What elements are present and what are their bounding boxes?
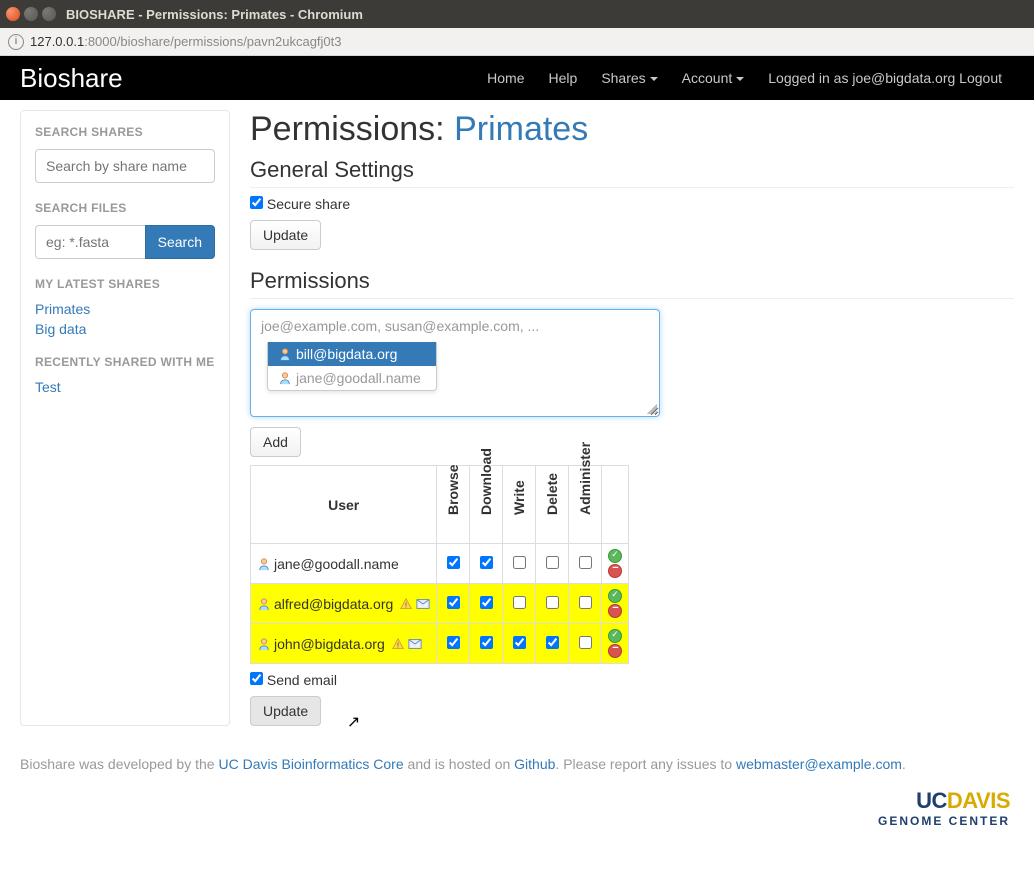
perm-browse-checkbox[interactable] [447,556,460,569]
main-content: Permissions: Primates General Settings S… [250,110,1014,726]
nav-help[interactable]: Help [537,70,590,86]
send-email-label[interactable]: Send email [250,672,337,688]
recent-shared-heading: RECENTLY SHARED WITH ME [35,355,215,369]
col-write: Write [503,466,536,544]
perm-download-checkbox[interactable] [480,556,493,569]
add-users-textarea[interactable]: joe@example.com, susan@example.com, ... … [250,309,660,417]
permissions-heading: Permissions [250,268,1014,299]
warning-icon: ! [399,597,413,611]
user-cell: alfred@bigdata.org! [257,596,430,612]
user-cell: john@bigdata.org! [257,636,430,652]
window-titlebar: BIOSHARE - Permissions: Primates - Chrom… [0,0,1034,28]
confirm-icon[interactable] [608,629,622,643]
window-close-icon[interactable] [6,7,20,21]
perm-write-checkbox[interactable] [513,636,526,649]
user-icon [278,371,292,385]
perm-administer-checkbox[interactable] [579,596,592,609]
search-files-input[interactable] [35,225,145,259]
confirm-icon[interactable] [608,549,622,563]
search-button[interactable]: Search [145,225,215,259]
window-minimize-icon[interactable] [24,7,38,21]
window-maximize-icon[interactable] [42,7,56,21]
nav-shares[interactable]: Shares [589,70,669,86]
perm-download-checkbox[interactable] [480,636,493,649]
perm-delete-checkbox[interactable] [546,636,559,649]
resize-handle[interactable] [647,404,657,414]
send-email-checkbox[interactable] [250,672,263,685]
user-suggestion-dropdown: bill@bigdata.org jane@goodall.name [267,342,437,391]
window-title: BIOSHARE - Permissions: Primates - Chrom… [66,7,363,22]
search-shares-input[interactable] [35,149,215,183]
nav-account[interactable]: Account [670,70,757,86]
user-icon [257,597,271,611]
brand-logo[interactable]: Bioshare [20,63,123,94]
suggestion-item[interactable]: bill@bigdata.org [268,342,436,366]
footer-link-github[interactable]: Github [514,756,555,772]
page-title: Permissions: Primates [250,110,1014,149]
browser-url-bar[interactable]: i 127.0.0.1 :8000/bioshare/permissions/p… [0,28,1034,56]
table-row: alfred@bigdata.org! [251,584,629,624]
secure-share-label[interactable]: Secure share [250,196,350,212]
perm-write-checkbox[interactable] [513,556,526,569]
table-row: jane@goodall.name [251,544,629,584]
perm-delete-checkbox[interactable] [546,596,559,609]
search-shares-heading: SEARCH SHARES [35,125,215,139]
suggestion-item[interactable]: jane@goodall.name [268,366,436,390]
sidebar: SEARCH SHARES SEARCH FILES Search MY LAT… [20,110,230,726]
update-permissions-button[interactable]: Update [250,696,321,726]
chevron-down-icon [736,77,744,81]
col-actions [602,466,629,544]
chevron-down-icon [650,77,658,81]
warning-icon: ! [391,637,405,651]
nav-home[interactable]: Home [475,70,536,86]
site-info-icon[interactable]: i [8,34,24,50]
add-users-button[interactable]: Add [250,427,301,457]
search-files-heading: SEARCH FILES [35,201,215,215]
perm-browse-checkbox[interactable] [447,596,460,609]
user-icon [278,347,292,361]
footer-link-webmaster[interactable]: webmaster@example.com [736,756,902,772]
perm-delete-checkbox[interactable] [546,556,559,569]
col-delete: Delete [536,466,569,544]
mail-icon[interactable] [408,637,422,651]
footer: Bioshare was developed by the UC Davis B… [0,746,1034,782]
table-row: john@bigdata.org! [251,624,629,664]
perm-administer-checkbox[interactable] [579,636,592,649]
footer-link-core[interactable]: UC Davis Bioinformatics Core [218,756,403,772]
svg-text:!: ! [405,602,407,609]
col-browse: Browse [437,466,470,544]
remove-icon[interactable] [608,564,622,578]
share-name-link[interactable]: Primates [454,110,588,148]
confirm-icon[interactable] [608,589,622,603]
remove-icon[interactable] [608,644,622,658]
user-icon [257,637,271,651]
remove-icon[interactable] [608,604,622,618]
col-user: User [251,466,437,544]
top-navbar: Bioshare Home Help Shares Account Logged… [0,56,1034,100]
latest-shares-heading: MY LATEST SHARES [35,277,215,291]
mail-icon[interactable] [416,597,430,611]
sidebar-link-primates[interactable]: Primates [35,301,215,317]
user-icon [257,557,271,571]
url-host: 127.0.0.1 [30,34,84,49]
col-download: Download [470,466,503,544]
nav-logged-in[interactable]: Logged in as joe@bigdata.org Logout [756,70,1014,86]
url-path: :8000/bioshare/permissions/pavn2ukcagfj0… [84,34,341,49]
svg-text:!: ! [397,642,399,649]
perm-write-checkbox[interactable] [513,596,526,609]
perm-administer-checkbox[interactable] [579,556,592,569]
col-administer: Administer [569,466,602,544]
secure-share-checkbox[interactable] [250,196,263,209]
ucdavis-logo: UCDAVIS GENOME CENTER [0,782,1034,848]
user-cell: jane@goodall.name [257,556,430,572]
sidebar-link-test[interactable]: Test [35,379,215,395]
sidebar-link-bigdata[interactable]: Big data [35,321,215,337]
general-settings-heading: General Settings [250,157,1014,188]
perm-browse-checkbox[interactable] [447,636,460,649]
permissions-table: User Browse Download Write Delete Admini… [250,465,629,664]
perm-download-checkbox[interactable] [480,596,493,609]
update-settings-button[interactable]: Update [250,220,321,250]
